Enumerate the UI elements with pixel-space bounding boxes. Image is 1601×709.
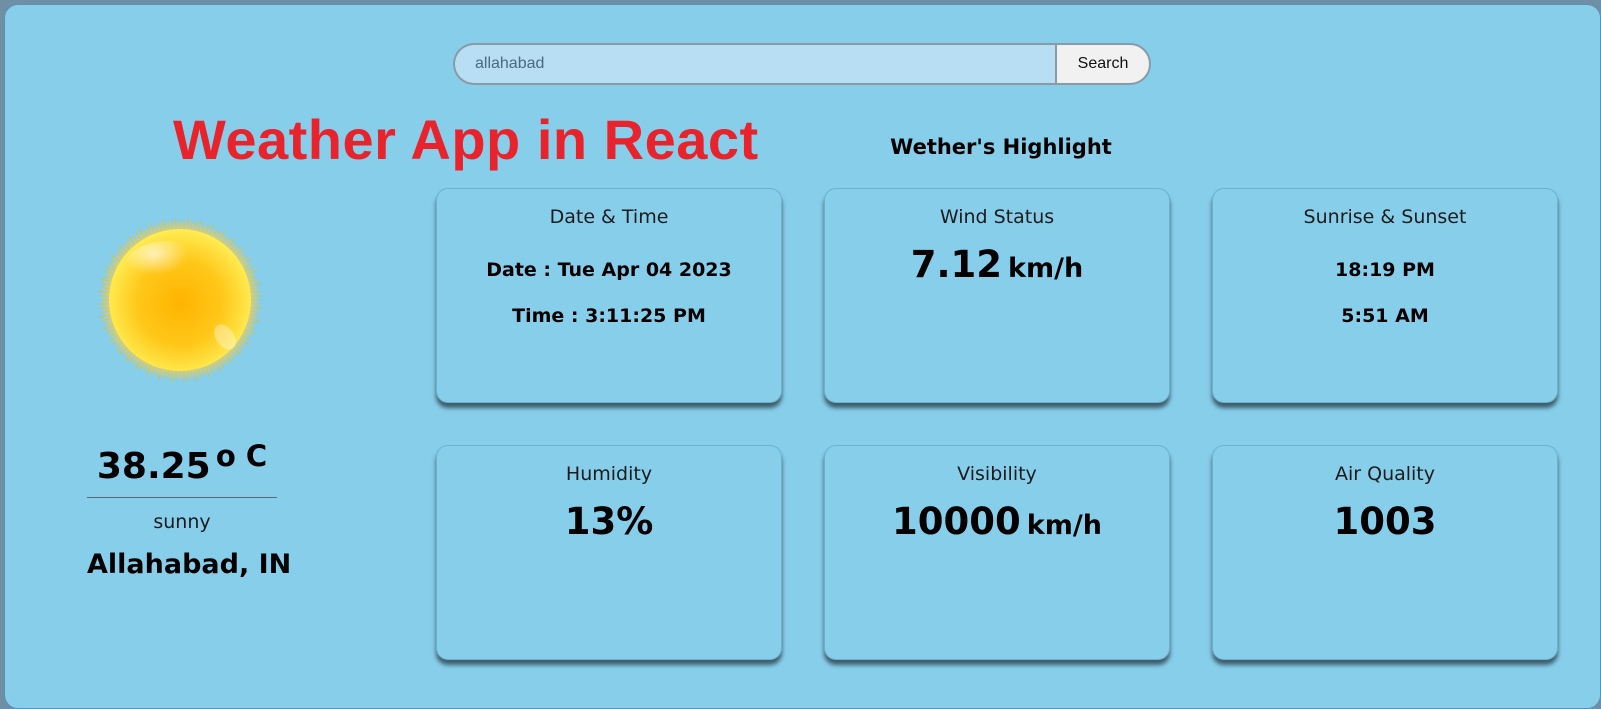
visibility-value: 10000	[892, 500, 1021, 543]
humidity-value: 13%	[564, 500, 654, 543]
sun-time-second: 5:51 AM	[1341, 305, 1429, 327]
card-title: Sunrise & Sunset	[1303, 206, 1467, 228]
date-time-card: Date & Time Date : Tue Apr 04 2023 Time …	[436, 188, 782, 403]
wind-unit: km/h	[1008, 253, 1084, 284]
air-quality-card: Air Quality 1003	[1212, 445, 1558, 660]
app-title: Weather App in React	[173, 108, 759, 171]
location-name: Allahabad, IN	[87, 549, 292, 580]
date-text: Date : Tue Apr 04 2023	[486, 259, 732, 281]
sun-time-first: 18:19 PM	[1335, 259, 1435, 281]
wind-status-card: Wind Status 7.12 km/h	[824, 188, 1170, 403]
sun-icon	[97, 217, 263, 383]
card-title: Date & Time	[549, 206, 669, 228]
card-title: Air Quality	[1334, 463, 1436, 485]
visibility-card: Visibility 10000 km/h	[824, 445, 1170, 660]
sunrise-sunset-card: Sunrise & Sunset 18:19 PM 5:51 AM	[1212, 188, 1558, 403]
temperature-unit: o C	[215, 439, 268, 473]
temperature-value: 38.25	[96, 446, 211, 487]
visibility-readout: 10000 km/h	[825, 500, 1169, 548]
highlight-title: Wether's Highlight	[890, 135, 1112, 159]
search-bar: Search	[453, 43, 1159, 85]
card-title: Visibility	[957, 463, 1037, 485]
current-weather: 38.25 o C sunny Allahabad, IN	[87, 439, 292, 582]
time-text: Time : 3:11:25 PM	[512, 305, 706, 327]
temperature-readout: 38.25 o C	[87, 439, 277, 498]
wind-value: 7.12	[910, 243, 1003, 286]
card-title: Wind Status	[939, 206, 1055, 228]
humidity-card: Humidity 13%	[436, 445, 782, 660]
wind-readout: 7.12 km/h	[825, 243, 1169, 291]
air-quality-value: 1003	[1333, 500, 1437, 543]
weather-condition: sunny	[153, 511, 211, 533]
search-input[interactable]	[453, 43, 1055, 85]
visibility-unit: km/h	[1026, 510, 1102, 541]
search-button[interactable]: Search	[1055, 43, 1151, 85]
weather-app: Search Weather App in React Wether's Hig…	[4, 4, 1601, 709]
card-title: Humidity	[565, 463, 653, 485]
